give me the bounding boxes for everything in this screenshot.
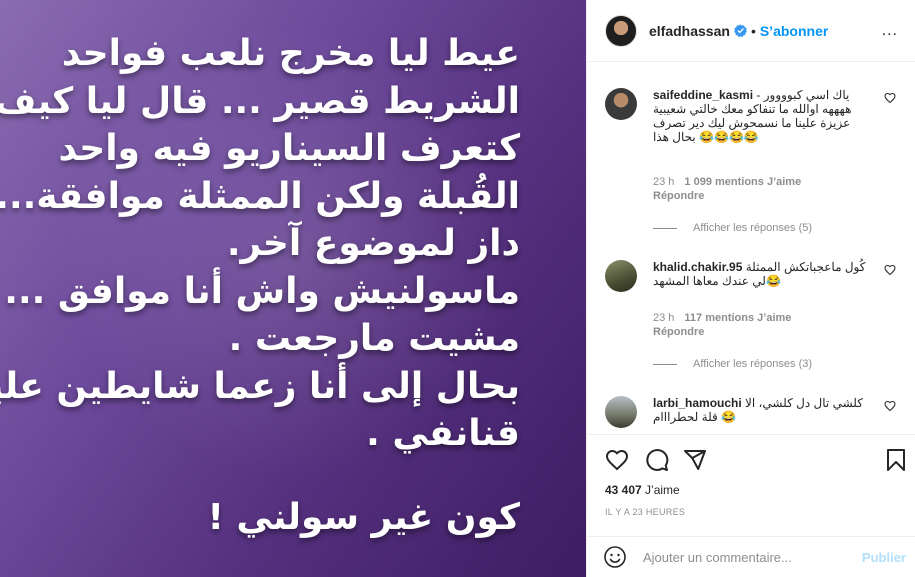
text-gap [20, 458, 520, 494]
bookmark-icon[interactable] [884, 448, 908, 472]
replies-divider [653, 363, 677, 365]
more-options-icon[interactable]: ... [882, 22, 898, 40]
post-text-line: بحال إلى أنا زعما شايطين عليا [0, 365, 520, 407]
post-text-line: كتعرف السيناريو فيه واحد [58, 128, 520, 169]
post-text-line: ماسولنيش واش أنا موافق ... [4, 270, 520, 312]
commenter-username[interactable]: khalid.chakir.95 [653, 260, 742, 274]
comment-body: khalid.chakir.95 كُول ماعجباتكش الممثلة … [653, 260, 873, 288]
post-image[interactable]: عيط ليا مخرج نلعب فواحد الشريط قصير ... … [0, 0, 586, 577]
post-side-panel: elfadhassan • S’abonner ... saifeddine_k… [586, 0, 915, 577]
verified-badge-icon [733, 24, 747, 37]
comment-meta: 23 h 117 mentions J’aime Répondre [653, 311, 791, 339]
comment-likes[interactable]: 117 mentions J’aime [684, 312, 791, 324]
comment-body: larbi_hamouchi كلشي تال دل كلشي، الا 😂 ق… [653, 396, 873, 424]
reply-button[interactable]: Répondre [653, 326, 704, 338]
post-text-closing: كون غير سولني ! [207, 496, 520, 538]
reply-button[interactable]: Répondre [653, 190, 704, 202]
author-username[interactable]: elfadhassan [649, 23, 730, 39]
view-replies-button[interactable]: Afficher les réponses (5) [653, 222, 812, 234]
commenter-username[interactable]: saifeddine_kasmi [653, 88, 753, 102]
post-text-line: الشريط قصير ... قال ليا كيف [0, 80, 520, 122]
author-avatar[interactable] [605, 14, 637, 47]
view-replies-label[interactable]: Afficher les réponses (3) [693, 358, 812, 370]
post-header: elfadhassan • S’abonner ... [587, 0, 915, 62]
add-comment-bar: Publier [587, 536, 915, 577]
view-replies-button[interactable]: Afficher les réponses (3) [653, 358, 812, 370]
publish-button[interactable]: Publier [862, 550, 906, 565]
comment-time: 23 h [653, 312, 675, 324]
commenter-avatar[interactable] [605, 396, 637, 428]
view-replies-label[interactable]: Afficher les réponses (5) [693, 222, 812, 234]
likes-summary[interactable]: 43 407 J’aime [605, 483, 680, 497]
post-text-line: القُبلة ولكن الممثلة موافقة...و [0, 175, 520, 217]
comment-input[interactable] [643, 549, 843, 565]
post-text: عيط ليا مخرج نلعب فواحد الشريط قصير ... … [0, 30, 520, 541]
comment-text-block: khalid.chakir.95 كُول ماعجباتكش الممثلة … [653, 260, 873, 288]
comment-likes[interactable]: 1 099 mentions J’aime [684, 176, 801, 188]
likes-label: J’aime [645, 483, 680, 497]
commenter-avatar[interactable] [605, 260, 637, 292]
likes-count: 43 407 [605, 483, 642, 497]
commenter-username[interactable]: larbi_hamouchi [653, 396, 742, 410]
post-timestamp[interactable]: IL Y A 23 HEURES [605, 507, 685, 517]
like-heart-icon[interactable] [605, 448, 629, 472]
post-text-line: داز لموضوع آخر. [226, 223, 520, 264]
replies-divider [653, 227, 677, 229]
share-icon[interactable] [683, 448, 707, 472]
emoji-icon[interactable] [603, 545, 627, 569]
comment-time: 23 h [653, 176, 675, 188]
comment-heart-icon[interactable] [884, 400, 896, 412]
comment-heart-icon[interactable] [884, 264, 896, 276]
comment-text-block: saifeddine_kasmi ياك اسي كبوووور - ههههه… [653, 88, 873, 144]
post-actions [587, 434, 915, 482]
comment-meta: 23 h 1 099 mentions J’aime Répondre [653, 175, 801, 203]
comment-text-block: larbi_hamouchi كلشي تال دل كلشي، الا 😂 ق… [653, 396, 873, 424]
comment-icon[interactable] [645, 448, 669, 472]
separator-dot: • [750, 22, 756, 39]
comment-body: saifeddine_kasmi ياك اسي كبوووور - ههههه… [653, 88, 873, 144]
post-text-line: مشيت مارجعت . [228, 318, 520, 359]
post-text-line: قنانفي . [366, 413, 520, 454]
comments-list: saifeddine_kasmi ياك اسي كبوووور - ههههه… [587, 62, 915, 434]
post-text-line: عيط ليا مخرج نلعب فواحد [61, 33, 520, 74]
comment-heart-icon[interactable] [884, 92, 896, 104]
commenter-avatar[interactable] [605, 88, 637, 120]
follow-button[interactable]: S’abonner [760, 23, 828, 39]
